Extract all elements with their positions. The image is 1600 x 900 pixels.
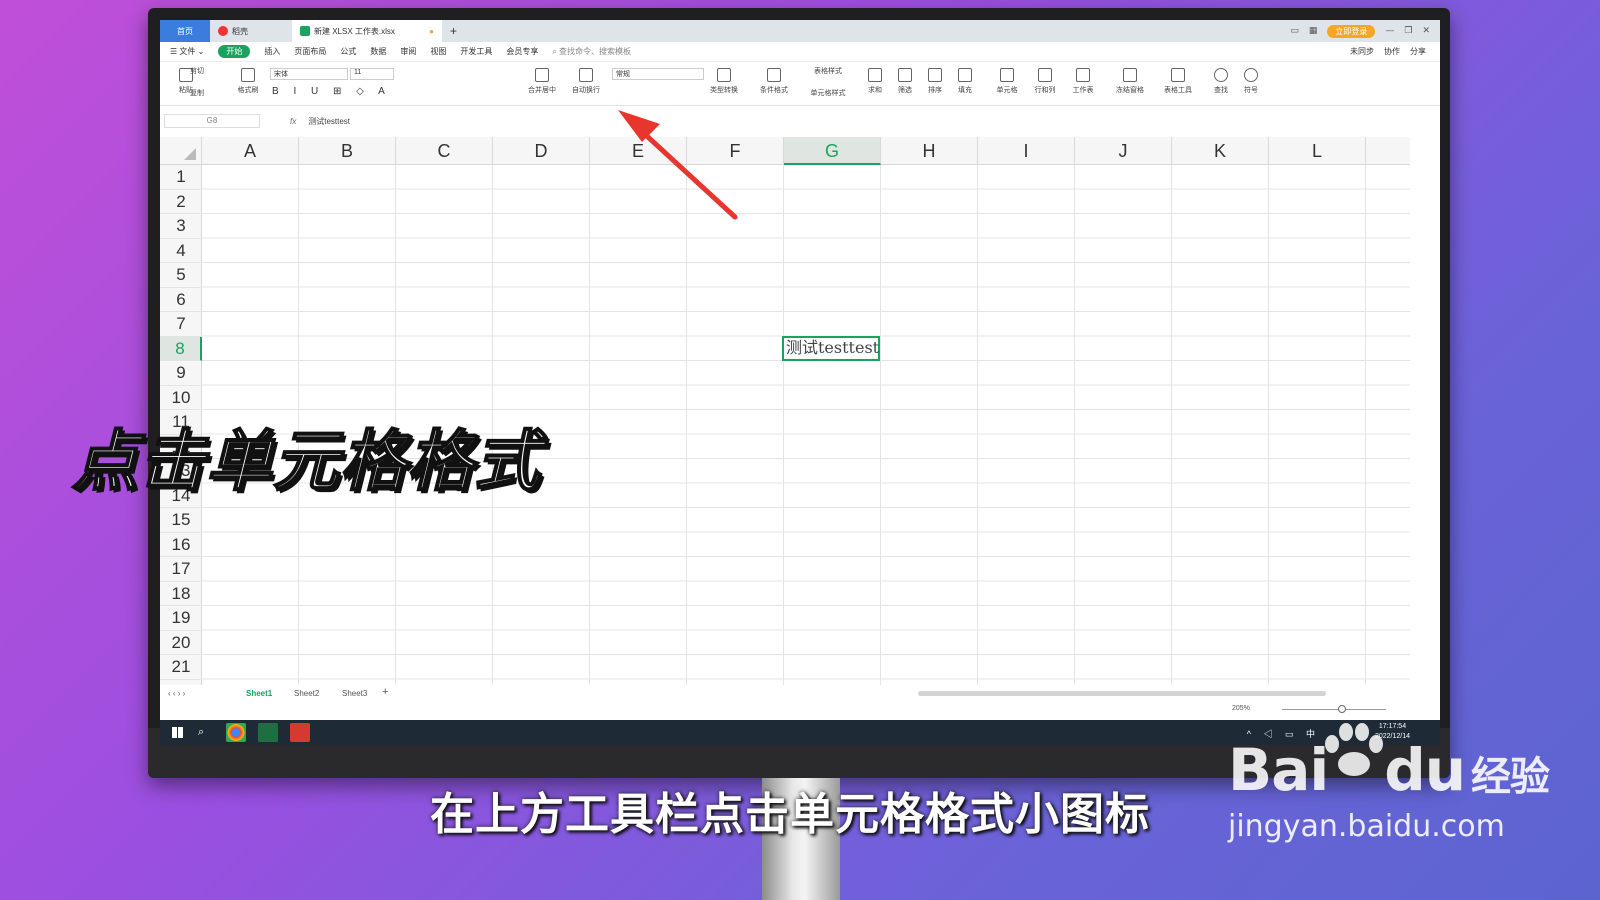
subtitle: 在上方工具栏点击单元格格式小图标 [430, 789, 1150, 840]
watermark-brand-tail: du [1384, 736, 1466, 804]
arrow-head-icon [618, 110, 660, 142]
watermark-url: jingyan.baidu.com [1228, 809, 1505, 844]
watermark-brand: Bai [1228, 736, 1329, 804]
arrow-shaft [633, 123, 738, 220]
watermark-jingyan: 经验 [1471, 754, 1550, 800]
big-caption: 点击单元格格式 [71, 422, 541, 501]
baidu-watermark: Bai du 经验 jingyan.baidu.com [1228, 740, 1550, 844]
